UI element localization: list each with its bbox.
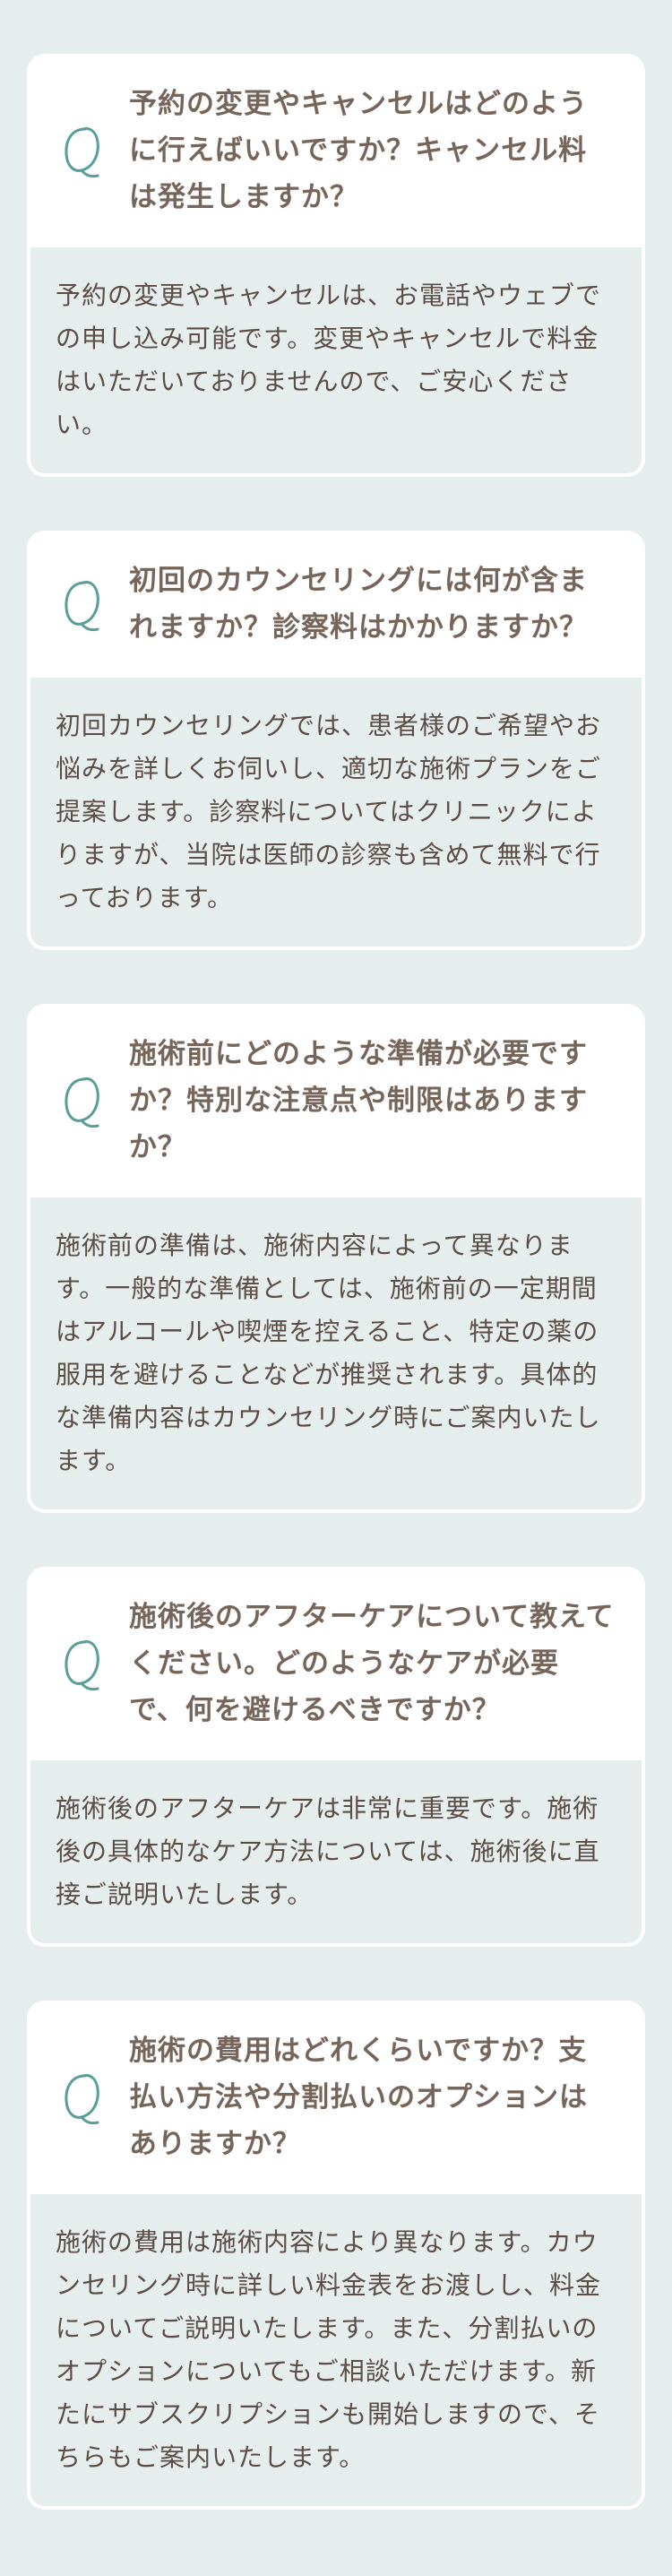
question-text: 予約の変更やキャンセルはどのように行えばいいですか？キャンセル料は発生しますか？ [129,88,588,213]
question-text: 施術前にどのような準備が必要ですか？特別な注意点や制限はありますか？ [129,1038,588,1163]
answer-text: 施術前の準備は、施術内容によって異なります。一般的な準備としては、施術前の一定期… [30,1197,642,1509]
faq-item[interactable]: 初回のカウンセリングには何が含まれますか？診察料はかかりますか？ 初回カウンセリ… [27,531,645,950]
faq-question[interactable]: 施術の費用はどれくらいですか？支払い方法や分割払いのオプションはありますか？ [27,2001,645,2194]
faq-question[interactable]: 予約の変更やキャンセルはどのように行えばいいですか？キャンセル料は発生しますか？ [27,54,645,247]
q-letter-icon [56,110,109,191]
question-text: 施術の費用はどれくらいですか？支払い方法や分割払いのオプションはありますか？ [129,2035,588,2160]
faq-item[interactable]: 予約の変更やキャンセルはどのように行えばいいですか？キャンセル料は発生しますか？… [27,54,645,477]
faq-question[interactable]: 施術前にどのような準備が必要ですか？特別な注意点や制限はありますか？ [27,1004,645,1197]
question-text: 初回のカウンセリングには何が含まれますか？診察料はかかりますか？ [129,565,588,644]
faq-question[interactable]: 施術後のアフターケアについて教えてください。どのようなケアが必要で、何を避けるべ… [27,1567,645,1760]
answer-text: 施術の費用は施術内容により異なります。カウンセリング時に詳しい料金表をお渡しし、… [30,2194,642,2506]
q-letter-icon [56,1623,109,1704]
faq-item[interactable]: 施術前にどのような準備が必要ですか？特別な注意点や制限はありますか？ 施術前の準… [27,1004,645,1513]
faq-item[interactable]: 施術の費用はどれくらいですか？支払い方法や分割払いのオプションはありますか？ 施… [27,2001,645,2510]
faq-item[interactable]: 施術後のアフターケアについて教えてください。どのようなケアが必要で、何を避けるべ… [27,1567,645,1947]
answer-text: 初回カウンセリングでは、患者様のご希望やお悩みを詳しくお伺いし、適切な施術プラン… [30,678,642,947]
faq-list: 予約の変更やキャンセルはどのように行えばいいですか？キャンセル料は発生しますか？… [0,0,672,2510]
q-letter-icon [56,1060,109,1141]
faq-question[interactable]: 初回のカウンセリングには何が含まれますか？診察料はかかりますか？ [27,531,645,678]
answer-text: 施術後のアフターケアは非常に重要です。施術後の具体的なケア方法については、施術後… [30,1760,642,1943]
q-letter-icon [56,2057,109,2138]
question-text: 施術後のアフターケアについて教えてください。どのようなケアが必要で、何を避けるべ… [129,1601,615,1726]
q-letter-icon [56,564,109,644]
answer-text: 予約の変更やキャンセルは、お電話やウェブでの申し込み可能です。変更やキャンセルで… [30,247,642,473]
